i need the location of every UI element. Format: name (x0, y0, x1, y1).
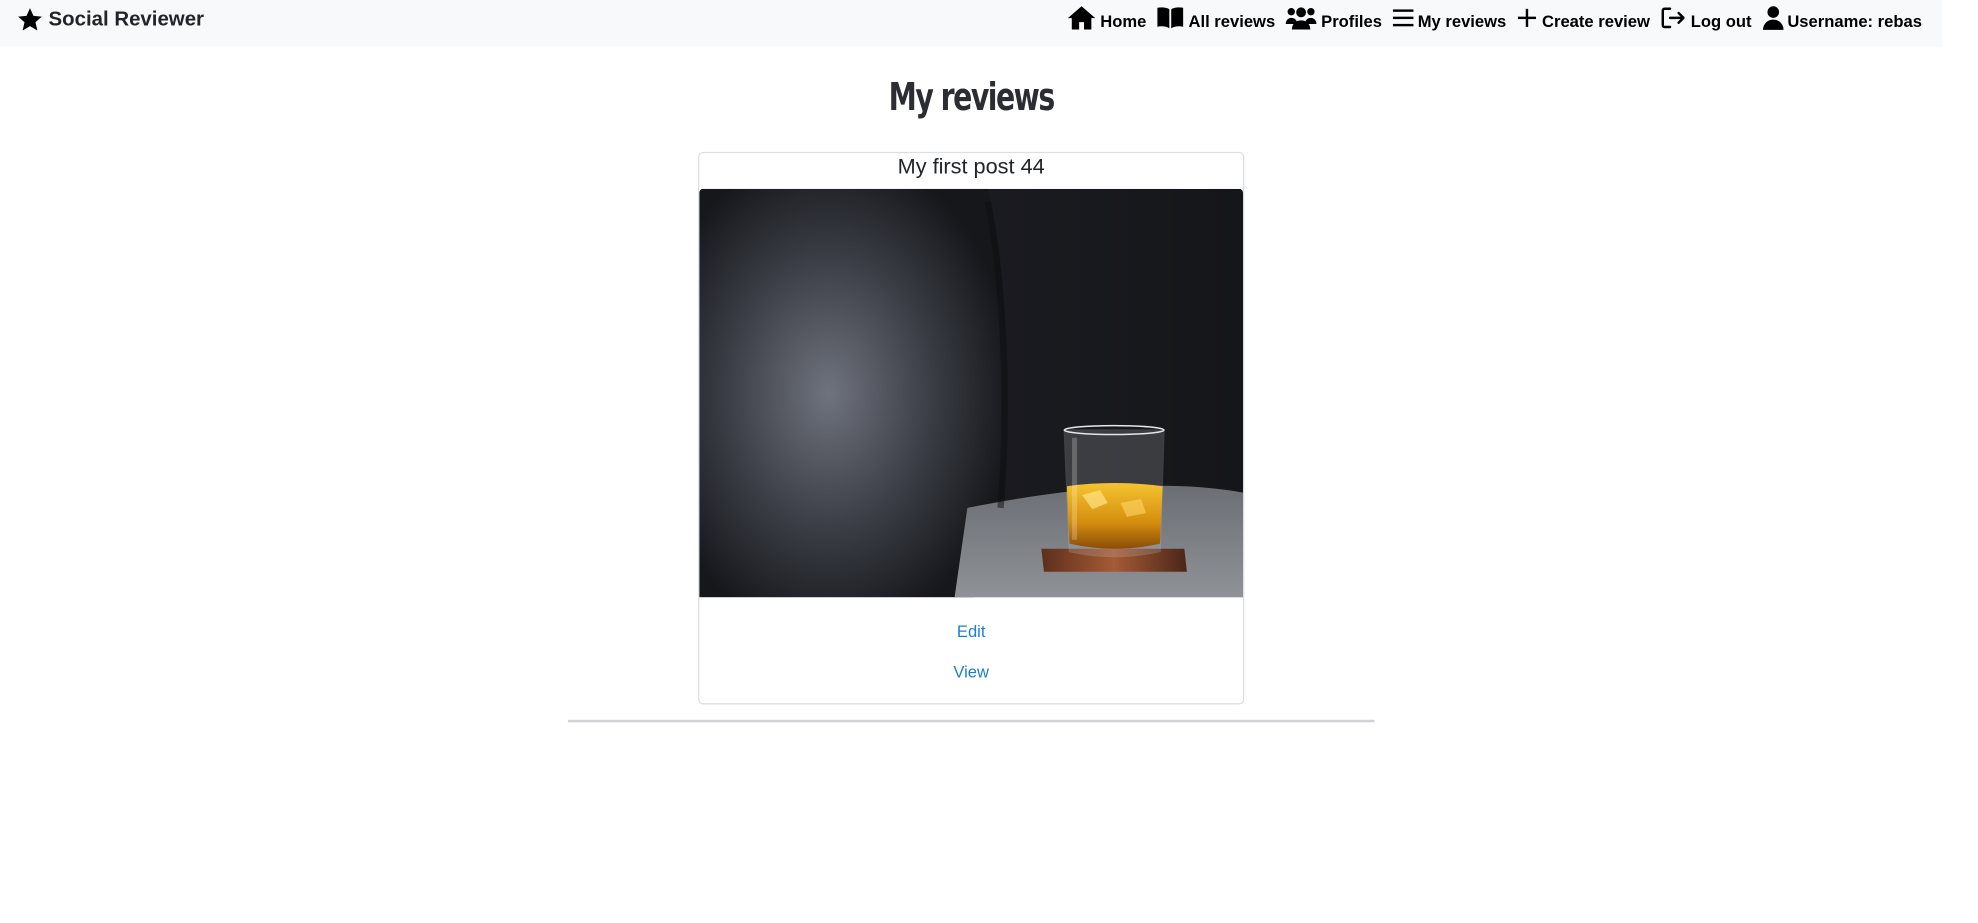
nav-home[interactable]: Home (1067, 5, 1146, 31)
divider (567, 719, 1375, 723)
view-link[interactable]: View (699, 662, 1243, 681)
navbar: Social Reviewer Home All reviews Profile… (0, 0, 1943, 48)
star-icon (18, 8, 42, 31)
nav-create-review[interactable]: Create review (1516, 5, 1650, 31)
brand-label: Social Reviewer (48, 8, 204, 30)
review-card: My first post 44 Edit View (698, 151, 1245, 705)
review-title: My first post 44 (897, 154, 1045, 179)
nav-username: Username: rebas (1762, 5, 1922, 31)
nav-profiles-label: Profiles (1321, 11, 1383, 31)
home-icon (1067, 5, 1096, 31)
book-icon (1157, 5, 1185, 31)
user-icon (1762, 5, 1784, 31)
nav-log-out-label: Log out (1690, 11, 1752, 31)
nav-links: Home All reviews Profiles My reviews Cre… (1067, 5, 1922, 31)
edit-link[interactable]: Edit (699, 622, 1243, 641)
nav-home-label: Home (1100, 11, 1147, 31)
nav-username-label: Username: rebas (1787, 11, 1922, 31)
users-icon (1285, 5, 1317, 31)
list-icon (1392, 5, 1414, 31)
logout-icon (1660, 5, 1687, 31)
brand-link[interactable]: Social Reviewer (17, 6, 204, 33)
review-image (699, 188, 1244, 598)
nav-all-reviews[interactable]: All reviews (1157, 5, 1276, 31)
nav-log-out[interactable]: Log out (1660, 5, 1752, 31)
plus-icon (1516, 5, 1538, 31)
nav-profiles[interactable]: Profiles (1285, 5, 1382, 31)
app-viewport: Social Reviewer Home All reviews Profile… (0, 0, 1978, 923)
nav-create-review-label: Create review (1542, 11, 1650, 31)
nav-my-reviews-label: My reviews (1417, 11, 1507, 31)
nav-all-reviews-label: All reviews (1188, 11, 1276, 31)
page-title: My reviews (888, 75, 1056, 121)
nav-my-reviews[interactable]: My reviews (1392, 5, 1506, 31)
